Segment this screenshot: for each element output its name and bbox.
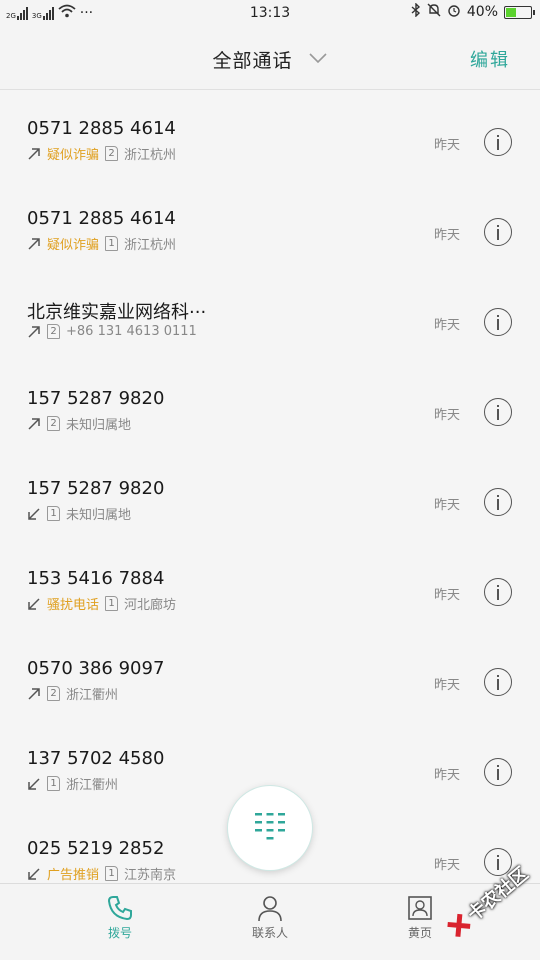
outgoing-call-icon xyxy=(27,237,41,251)
call-date: 昨天 xyxy=(433,858,460,873)
call-number: 157 5287 9820 xyxy=(27,478,165,499)
info-icon[interactable] xyxy=(484,308,512,336)
call-log-row[interactable]: 北京维实嘉业网络科··· 2 +86 131 4613 0111 昨天 xyxy=(0,270,540,360)
call-date: 昨天 xyxy=(433,768,460,783)
sim-card-icon: 1 xyxy=(105,596,119,611)
call-location: +86 131 4613 0111 xyxy=(66,324,197,339)
sim-card-icon: 1 xyxy=(47,776,60,791)
call-location: 浙江衢州 xyxy=(66,688,119,703)
call-date: 昨天 xyxy=(433,678,460,693)
call-number: 0570 386 9097 xyxy=(27,658,165,679)
call-date: 昨天 xyxy=(433,138,460,153)
status-right: 40% xyxy=(411,2,535,21)
call-date: 昨天 xyxy=(433,318,460,333)
call-log-row[interactable]: 0571 2885 4614 疑似诈骗 2 浙江杭州 昨天 xyxy=(0,90,540,180)
dialpad-button[interactable] xyxy=(228,786,312,870)
tab-contacts[interactable]: 联系人 xyxy=(220,894,320,941)
chevron-down-icon xyxy=(308,47,328,69)
tab-dial-label: 拨号 xyxy=(107,926,132,940)
call-location: 浙江杭州 xyxy=(124,148,177,163)
call-location: 江苏南京 xyxy=(124,868,177,883)
edit-button[interactable]: 编辑 xyxy=(470,46,510,72)
call-number: 025 5219 2852 xyxy=(27,838,165,859)
call-number: 北京维实嘉业网络科··· xyxy=(27,302,207,323)
person-icon xyxy=(258,896,282,922)
status-bar: 2G 3G ··· 13:13 40% xyxy=(0,0,540,26)
call-log-row[interactable]: 0571 2885 4614 疑似诈骗 1 浙江杭州 昨天 xyxy=(0,180,540,270)
yellow-pages-icon xyxy=(408,896,432,920)
call-tag: 疑似诈骗 xyxy=(47,238,100,253)
call-details: 2 +86 131 4613 0111 xyxy=(27,324,197,339)
outgoing-call-icon xyxy=(27,687,41,701)
sim-card-icon: 1 xyxy=(47,506,60,521)
info-icon[interactable] xyxy=(484,398,512,426)
page-title: 全部通话 xyxy=(212,50,293,72)
call-number: 157 5287 9820 xyxy=(27,388,165,409)
sim-card-icon: 2 xyxy=(105,146,119,161)
call-date: 昨天 xyxy=(433,498,460,513)
battery-fill xyxy=(506,7,517,17)
incoming-call-icon xyxy=(27,777,41,791)
incoming-call-icon xyxy=(27,507,41,521)
bluetooth-icon xyxy=(411,2,421,21)
info-icon[interactable] xyxy=(484,218,512,246)
call-log-row[interactable]: 153 5416 7884 骚扰电话 1 河北廊坊 昨天 xyxy=(0,540,540,630)
dialpad-icon xyxy=(255,813,285,840)
app-header: 全部通话 编辑 xyxy=(0,26,540,90)
info-icon[interactable] xyxy=(484,578,512,606)
call-number: 0571 2885 4614 xyxy=(27,208,176,229)
call-location: 未知归属地 xyxy=(66,418,132,433)
info-icon[interactable] xyxy=(484,128,512,156)
call-log-list[interactable]: 0571 2885 4614 疑似诈骗 2 浙江杭州 昨天 0571 2885 4614 疑… xyxy=(0,90,540,883)
outgoing-call-icon xyxy=(27,147,41,161)
alarm-icon xyxy=(447,3,461,21)
outgoing-call-icon xyxy=(27,417,41,431)
call-number: 153 5416 7884 xyxy=(27,568,165,589)
call-number: 0571 2885 4614 xyxy=(27,118,176,139)
call-tag: 广告推销 xyxy=(47,868,100,883)
call-tag: 疑似诈骗 xyxy=(47,148,100,163)
incoming-call-icon xyxy=(27,867,41,881)
sim-card-icon: 2 xyxy=(47,686,60,701)
call-date: 昨天 xyxy=(433,588,460,603)
call-tag: 骚扰电话 xyxy=(47,598,100,613)
call-details: 2 未知归属地 xyxy=(27,414,131,433)
call-location: 未知归属地 xyxy=(66,508,132,523)
call-location: 浙江杭州 xyxy=(124,238,177,253)
call-details: 疑似诈骗 1 浙江杭州 xyxy=(27,234,176,253)
sim-card-icon: 1 xyxy=(105,236,119,251)
call-details: 骚扰电话 1 河北廊坊 xyxy=(27,594,176,613)
mute-bell-icon xyxy=(427,3,441,21)
battery-icon xyxy=(504,5,535,19)
call-location: 浙江衢州 xyxy=(66,778,119,793)
call-log-row[interactable]: 0570 386 9097 2 浙江衢州 昨天 xyxy=(0,630,540,720)
call-number: 137 5702 4580 xyxy=(27,748,165,769)
info-icon[interactable] xyxy=(484,668,512,696)
call-details: 疑似诈骗 2 浙江杭州 xyxy=(27,144,176,163)
call-log-row[interactable]: 157 5287 9820 1 未知归属地 昨天 xyxy=(0,450,540,540)
sim-card-icon: 1 xyxy=(105,866,119,881)
battery-percent: 40% xyxy=(466,4,498,20)
call-log-row[interactable]: 157 5287 9820 2 未知归属地 昨天 xyxy=(0,360,540,450)
tab-dial[interactable]: 拨号 xyxy=(70,894,170,941)
incoming-call-icon xyxy=(27,597,41,611)
call-details: 1 未知归属地 xyxy=(27,504,131,523)
call-details: 1 浙江衢州 xyxy=(27,774,118,793)
phone-icon xyxy=(107,896,132,921)
tab-contacts-label: 联系人 xyxy=(251,926,288,940)
call-date: 昨天 xyxy=(433,408,460,423)
sim-card-icon: 2 xyxy=(47,416,60,431)
call-details: 2 浙江衢州 xyxy=(27,684,118,703)
info-icon[interactable] xyxy=(484,758,512,786)
outgoing-call-icon xyxy=(27,325,41,339)
sim-card-icon: 2 xyxy=(47,324,60,339)
call-date: 昨天 xyxy=(433,228,460,243)
info-icon[interactable] xyxy=(484,488,512,516)
tab-yellow-pages-label: 黄页 xyxy=(407,926,432,940)
call-filter-dropdown[interactable]: 全部通话 xyxy=(0,46,540,73)
call-location: 河北廊坊 xyxy=(124,598,177,613)
call-details: 广告推销 1 江苏南京 xyxy=(27,864,176,883)
